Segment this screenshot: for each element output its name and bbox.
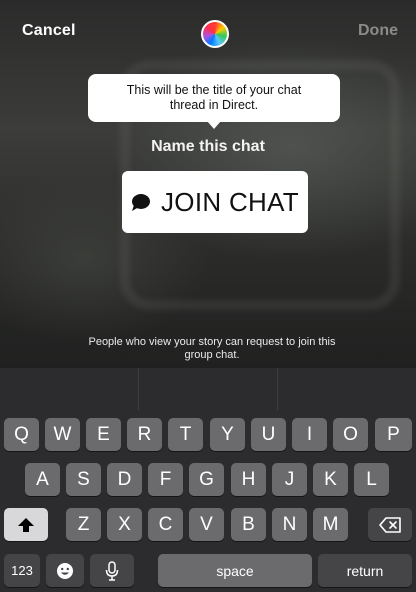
key-c[interactable]: C xyxy=(148,508,183,541)
space-key[interactable]: space xyxy=(158,554,312,587)
key-x[interactable]: X xyxy=(107,508,142,541)
tooltip-line-1: This will be the title of your chat xyxy=(126,83,302,97)
predictive-bar xyxy=(0,368,416,410)
prediction-slot[interactable] xyxy=(139,368,278,410)
key-f[interactable]: F xyxy=(148,463,183,496)
tooltip-arrow xyxy=(207,121,221,129)
return-key[interactable]: return xyxy=(318,554,412,587)
key-p[interactable]: P xyxy=(375,418,412,451)
backspace-icon xyxy=(379,516,401,533)
key-u[interactable]: U xyxy=(251,418,286,451)
numbers-key[interactable]: 123 xyxy=(4,554,40,587)
key-m[interactable]: M xyxy=(313,508,348,541)
done-button[interactable]: Done xyxy=(358,22,398,40)
backspace-key[interactable] xyxy=(368,508,412,541)
info-line-1: People who view your story can request t… xyxy=(88,336,336,348)
cancel-button[interactable]: Cancel xyxy=(22,22,76,40)
shift-key[interactable] xyxy=(4,508,48,541)
key-v[interactable]: V xyxy=(189,508,224,541)
dictation-key[interactable] xyxy=(90,554,134,587)
key-y[interactable]: Y xyxy=(210,418,245,451)
prediction-slot[interactable] xyxy=(0,368,139,410)
microphone-icon xyxy=(105,560,119,581)
emoji-key[interactable] xyxy=(46,554,84,587)
title-tooltip: This will be the title of your chat thre… xyxy=(88,74,340,122)
info-line-2: group chat. xyxy=(184,349,240,361)
key-a[interactable]: A xyxy=(25,463,60,496)
tooltip-line-2: thread in Direct. xyxy=(169,98,259,112)
chat-bubble-icon xyxy=(132,193,150,211)
keyboard: Q W E R T Y U I O P A S D F G H J K L Z … xyxy=(0,368,416,592)
key-e[interactable]: E xyxy=(86,418,121,451)
sticker-label: JOIN CHAT xyxy=(161,186,299,217)
join-chat-sticker[interactable]: JOIN CHAT xyxy=(122,171,308,233)
key-s[interactable]: S xyxy=(66,463,101,496)
key-w[interactable]: W xyxy=(45,418,80,451)
key-h[interactable]: H xyxy=(231,463,266,496)
key-i[interactable]: I xyxy=(292,418,327,451)
key-k[interactable]: K xyxy=(313,463,348,496)
key-b[interactable]: B xyxy=(231,508,266,541)
join-info-text: People who view your story can request t… xyxy=(40,336,384,362)
emoji-icon xyxy=(57,562,73,579)
key-q[interactable]: Q xyxy=(4,418,39,451)
chat-name-heading[interactable]: Name this chat xyxy=(0,138,416,156)
shift-arrow-icon xyxy=(18,517,34,532)
key-o[interactable]: O xyxy=(333,418,368,451)
key-d[interactable]: D xyxy=(107,463,142,496)
key-g[interactable]: G xyxy=(189,463,224,496)
key-n[interactable]: N xyxy=(272,508,307,541)
key-z[interactable]: Z xyxy=(66,508,101,541)
prediction-slot[interactable] xyxy=(278,368,416,410)
key-t[interactable]: T xyxy=(168,418,203,451)
key-l[interactable]: L xyxy=(354,463,389,496)
key-r[interactable]: R xyxy=(127,418,162,451)
key-j[interactable]: J xyxy=(272,463,307,496)
color-picker-icon[interactable] xyxy=(201,20,229,48)
